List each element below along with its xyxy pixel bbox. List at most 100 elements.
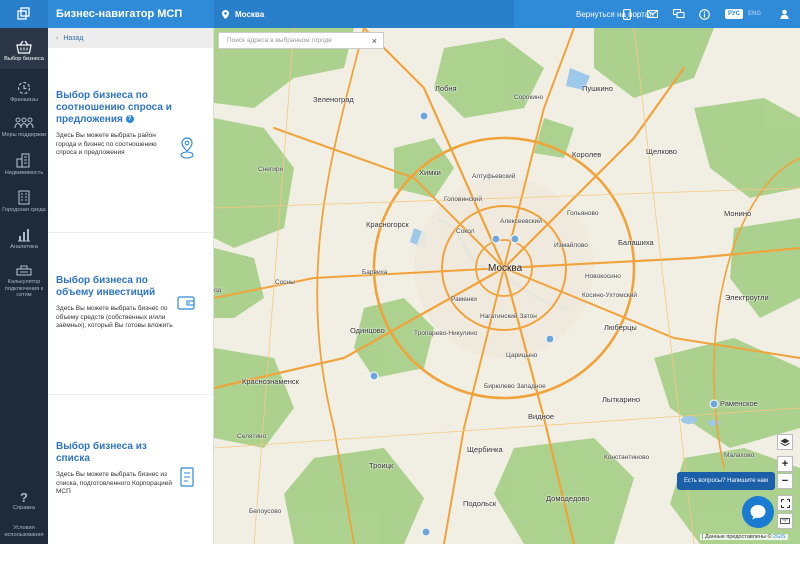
- network-icon: [16, 265, 32, 276]
- sidebar-item-label: Меры поддержки: [1, 132, 47, 138]
- question-icon[interactable]: ?: [125, 115, 134, 124]
- map-label: Троицк: [369, 461, 394, 470]
- card-from-list[interactable]: Выбор бизнеса из списка Здесь Вы можете …: [48, 395, 213, 563]
- map-label: Видное: [528, 412, 555, 421]
- ruler-icon[interactable]: [777, 513, 793, 529]
- map-label: Сокол: [456, 228, 475, 235]
- map-label: Щелково: [646, 147, 677, 156]
- map-label: Сорокино: [514, 94, 544, 101]
- chat-prompt-button[interactable]: Есть вопросы? Напишите нам: [677, 472, 775, 490]
- card-investment[interactable]: Выбор бизнеса по объему инвестиций Здесь…: [48, 233, 213, 395]
- attribution-text: Данные предоставлены ©: [704, 534, 772, 540]
- help-icon: ?: [20, 489, 28, 505]
- people-icon: [14, 117, 34, 129]
- zoom-in-button[interactable]: +: [777, 456, 793, 472]
- map-label: Краснознаменск: [242, 377, 299, 386]
- city-env-icon: [18, 190, 30, 205]
- map-label: Монино: [724, 209, 752, 218]
- sidebar-item-business-choice[interactable]: Выбор бизнеса: [0, 28, 48, 69]
- back-link[interactable]: ‹ Назад: [48, 28, 213, 48]
- map-label: Косино-Ухтомский: [582, 292, 638, 299]
- sidebar: Выбор бизнеса Франшизы Меры поддержки Не…: [0, 28, 48, 544]
- lang-en[interactable]: ENG: [745, 9, 764, 19]
- card-supply-demand[interactable]: Выбор бизнеса по соотношению спроса и пр…: [48, 48, 213, 233]
- mail-icon[interactable]: [647, 8, 659, 20]
- search-placeholder: Поиск адреса в выбранном городе: [227, 37, 332, 44]
- card-description: Здесь Вы можете выбрать бизнес из списка…: [56, 471, 173, 495]
- sidebar-item-support[interactable]: Меры поддержки: [0, 107, 48, 143]
- sidebar-item-label: Справка: [13, 504, 35, 511]
- close-icon[interactable]: ×: [372, 36, 377, 46]
- map-label: Лыткарино: [602, 395, 641, 404]
- attribution-brand-link[interactable]: 2GIS: [773, 534, 786, 540]
- map-label: Раменки: [451, 296, 477, 303]
- map-label: Царицыно: [506, 352, 538, 359]
- buildings-icon: [16, 152, 30, 168]
- map-label: Раменское: [720, 399, 758, 408]
- back-to-portal-link[interactable]: Вернуться на портал: [514, 10, 654, 19]
- city-selector[interactable]: Москва: [214, 0, 514, 28]
- map-label: Домодедово: [546, 494, 590, 503]
- franchise-icon: [17, 81, 31, 94]
- address-search-input[interactable]: Поиск адреса в выбранном городе ×: [218, 32, 384, 49]
- map-label: Щербинка: [467, 445, 503, 454]
- sidebar-item-label: Недвижимость: [4, 169, 44, 176]
- app-logo-icon[interactable]: [0, 0, 48, 28]
- map-label: од: [214, 287, 222, 294]
- basket-icon: [16, 40, 32, 54]
- sidebar-item-city-env[interactable]: Городская среда: [0, 180, 48, 218]
- map-label: Пушкино: [582, 84, 613, 93]
- map-label: Зеленоград: [313, 95, 354, 104]
- map-label: Алтуфьевский: [472, 173, 516, 180]
- sidebar-item-label: Условия использования: [4, 525, 44, 538]
- mobile-icon[interactable]: [621, 8, 633, 20]
- info-icon[interactable]: [699, 8, 711, 20]
- map-label: Новокосино: [585, 273, 621, 280]
- map-label: Селятино: [237, 433, 267, 440]
- app-title: Бизнес-навигатор МСП: [56, 8, 183, 20]
- fullscreen-icon[interactable]: [777, 495, 793, 511]
- sidebar-item-help[interactable]: ? Справка: [0, 487, 48, 522]
- sidebar-item-calculator[interactable]: Калькулятор подключения к сетям: [0, 254, 48, 303]
- sidebar-item-franchises[interactable]: Франшизы: [0, 69, 48, 108]
- location-balance-icon: [179, 136, 195, 165]
- sidebar-item-label: Франшизы: [10, 96, 38, 103]
- map-label: Гольяново: [567, 210, 599, 217]
- back-label: Назад: [63, 34, 84, 42]
- chat-bubble-button[interactable]: [742, 496, 774, 528]
- map-label: Тропарево-Никулино: [414, 330, 478, 337]
- zoom-out-button[interactable]: −: [777, 473, 793, 489]
- language-switcher[interactable]: РУС ENG: [724, 9, 764, 19]
- map-label: Лобня: [435, 84, 457, 93]
- map-canvas[interactable]: [214, 28, 800, 544]
- map-label: Москва: [488, 263, 523, 274]
- map-label: Химки: [419, 168, 441, 177]
- card-description: Здесь Вы можете выбрать район города и б…: [56, 132, 157, 156]
- chat-icon[interactable]: [672, 8, 685, 20]
- sidebar-item-terms[interactable]: Условия использования: [0, 521, 48, 544]
- chat-bubble-icon: [750, 505, 766, 520]
- layers-icon[interactable]: [777, 434, 793, 450]
- map-label: Одинцово: [350, 326, 385, 335]
- lang-ru[interactable]: РУС: [724, 9, 743, 19]
- location-pin-icon: [222, 9, 229, 19]
- map[interactable]: Зеленоград Лобня Сорокино Пушкино Снегир…: [214, 28, 800, 544]
- card-title: Выбор бизнеса по объему инвестиций: [56, 275, 156, 298]
- sidebar-item-realty[interactable]: Недвижимость: [0, 143, 48, 181]
- map-label: Балашиха: [618, 238, 654, 247]
- card-title: Выбор бизнеса из списка: [56, 441, 147, 464]
- chevron-left-icon: ‹: [56, 34, 59, 42]
- user-icon[interactable]: [778, 8, 790, 20]
- sidebar-item-analytics[interactable]: Аналитика: [0, 218, 48, 255]
- map-label: Бирюлево Западное: [484, 383, 546, 390]
- map-label: Красногорск: [366, 220, 409, 229]
- sidebar-item-label: Аналитика: [10, 243, 38, 250]
- map-label: Подольск: [463, 499, 497, 508]
- map-label: Нагатинский Затон: [480, 313, 537, 320]
- map-label: Константиново: [604, 454, 650, 461]
- business-choice-panel: ‹ Назад Выбор бизнеса по соотношению спр…: [48, 28, 214, 544]
- top-bar: Бизнес-навигатор МСП Москва Вернуться на…: [0, 0, 800, 28]
- map-attribution: | Данные предоставлены © 2GIS: [700, 534, 788, 540]
- map-label: Алексеевский: [500, 218, 542, 225]
- map-label: Люберцы: [604, 323, 637, 332]
